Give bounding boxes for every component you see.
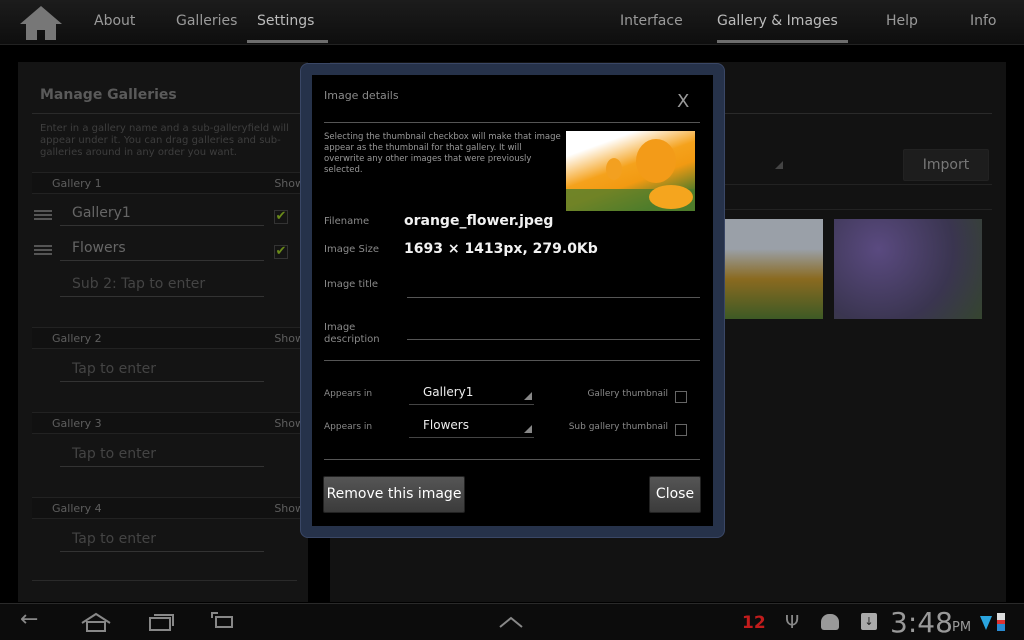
gallery-thumbnail-label: Gallery thumbnail — [587, 389, 668, 399]
image-title-input[interactable] — [407, 275, 700, 298]
notification-count[interactable]: 12 — [742, 613, 766, 633]
subgallery-thumbnail-label: Sub gallery thumbnail — [568, 422, 668, 432]
back-icon[interactable]: ← — [20, 607, 38, 632]
tab-settings-indicator — [247, 40, 328, 43]
wifi-icon — [980, 616, 992, 630]
gallery-input[interactable]: Tap to enter — [60, 446, 264, 467]
android-debug-icon — [821, 614, 839, 630]
image-preview — [566, 131, 695, 211]
close-icon[interactable]: X — [677, 91, 689, 112]
top-action-bar: About Galleries Settings Interface Galle… — [0, 0, 1024, 45]
tab-gallery-images-indicator — [717, 40, 848, 43]
tab-interface[interactable]: Interface — [620, 13, 683, 29]
subgallery-thumbnail-checkbox[interactable] — [675, 424, 687, 436]
thumbnail-info-text: Selecting the thumbnail checkbox will ma… — [324, 132, 561, 175]
subgallery-name-input[interactable]: Flowers — [60, 240, 264, 261]
image-size-label: Image Size — [324, 244, 380, 255]
gallery-header: Gallery 1 — [52, 177, 102, 190]
home-icon[interactable] — [18, 4, 64, 42]
system-bar: ← 12 Ψ ↓ 3:48 PM — [0, 603, 1024, 640]
dialog-title: Image details — [324, 89, 399, 102]
drag-handle-icon[interactable] — [34, 245, 52, 255]
drag-handle-icon[interactable] — [34, 210, 52, 220]
manage-galleries-panel: Manage Galleries Enter in a gallery name… — [18, 62, 308, 602]
gallery-input[interactable]: Tap to enter — [60, 361, 264, 382]
show-checkbox[interactable]: ✔ — [274, 210, 288, 224]
image-size-value: 1693 × 1413px, 279.0Kb — [404, 241, 598, 257]
filename-label: Filename — [324, 216, 370, 227]
screenshot-icon[interactable] — [210, 611, 238, 637]
gallery-header: Gallery 4 — [52, 502, 102, 515]
gallery-header: Gallery 2 — [52, 332, 102, 345]
gallery-input[interactable]: Tap to enter — [60, 531, 264, 552]
close-button[interactable]: Close — [649, 476, 701, 513]
gallery-thumbnail-lavender[interactable] — [834, 219, 982, 319]
subgallery-spinner[interactable]: Flowers — [409, 414, 534, 438]
gallery-thumbnail-checkbox[interactable] — [675, 391, 687, 403]
filename-value: orange_flower.jpeg — [404, 213, 554, 229]
tab-info[interactable]: Info — [970, 13, 997, 29]
gallery-name-input[interactable]: Gallery1 — [60, 205, 264, 226]
gallery-header: Gallery 3 — [52, 417, 102, 430]
tab-gallery-images[interactable]: Gallery & Images — [717, 13, 838, 29]
download-icon: ↓ — [861, 613, 877, 630]
recent-apps-icon[interactable] — [148, 612, 176, 636]
image-description-input[interactable] — [407, 317, 700, 340]
home-nav-icon[interactable] — [80, 612, 112, 636]
tab-settings[interactable]: Settings — [257, 13, 314, 29]
remove-image-button[interactable]: Remove this image — [323, 476, 465, 513]
gallery-thumbnail-orange-flower[interactable] — [713, 219, 823, 319]
appears-in-label: Appears in — [324, 422, 373, 432]
tab-about[interactable]: About — [94, 13, 135, 29]
appears-in-label: Appears in — [324, 389, 373, 399]
subgallery-input[interactable]: Sub 2: Tap to enter — [60, 276, 264, 297]
image-title-label: Image title — [324, 279, 379, 290]
battery-icon — [997, 613, 1005, 631]
show-checkbox[interactable]: ✔ — [274, 245, 288, 259]
clock-time[interactable]: 3:48 — [890, 606, 953, 639]
panel-title: Manage Galleries — [40, 87, 177, 103]
tab-help[interactable]: Help — [886, 13, 918, 29]
gallery-spinner[interactable]: Gallery1 — [409, 381, 534, 405]
panel-description: Enter in a gallery name and a sub-galler… — [40, 123, 289, 158]
tab-galleries[interactable]: Galleries — [176, 13, 237, 29]
chevron-up-icon[interactable] — [498, 614, 524, 633]
import-button[interactable]: Import — [903, 149, 989, 181]
image-details-dialog: Image details X Selecting the thumbnail … — [312, 75, 713, 526]
image-description-label: Image description — [324, 322, 380, 344]
usb-icon: Ψ — [785, 612, 800, 633]
clock-ampm: PM — [952, 620, 972, 635]
